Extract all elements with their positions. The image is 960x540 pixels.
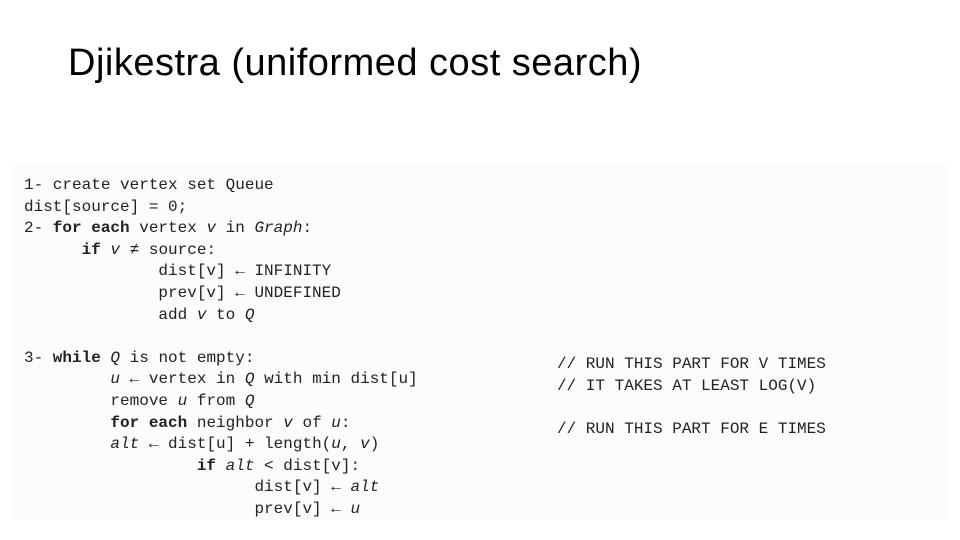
code-text: ≠ source:	[120, 241, 216, 259]
code-text	[24, 370, 110, 388]
code-var: u	[110, 370, 120, 388]
code-text: :	[341, 414, 351, 432]
comment-line: // IT TAKES AT LEAST LOG(V)	[557, 377, 816, 395]
code-text	[24, 457, 197, 475]
code-kw: if	[82, 241, 101, 259]
code-var: v	[206, 219, 216, 237]
code-line: 1- create vertex set Queue	[24, 176, 274, 194]
code-text: in	[216, 219, 254, 237]
code-text: from	[187, 392, 245, 410]
code-var: alt	[110, 435, 139, 453]
code-text	[101, 241, 111, 259]
comment-column: // RUN THIS PART FOR V TIMES // IT TAKES…	[557, 354, 826, 440]
code-var: alt	[226, 457, 255, 475]
code-line: 2-	[24, 219, 43, 237]
code-text: ,	[341, 435, 360, 453]
code-text: to	[206, 306, 244, 324]
code-var: v	[283, 414, 293, 432]
slide: Djikestra (uniformed cost search) 1- cre…	[0, 0, 960, 540]
comment-line: // RUN THIS PART FOR V TIMES	[557, 355, 826, 373]
code-line: dist[source] = 0;	[24, 198, 187, 216]
code-text: remove	[24, 392, 178, 410]
code-var: u	[331, 414, 341, 432]
code-kw: while	[43, 349, 101, 367]
code-var: Q	[110, 349, 120, 367]
code-var: u	[331, 435, 341, 453]
code-text: ← dist[u] + length(	[139, 435, 331, 453]
code-text	[101, 349, 111, 367]
code-text: is not empty:	[120, 349, 254, 367]
code-text	[24, 414, 110, 432]
code-var: Q	[245, 392, 255, 410]
code-text: neighbor	[187, 414, 283, 432]
code-text	[24, 435, 110, 453]
code-text: < dist[v]:	[254, 457, 360, 475]
code-text: prev[v] ←	[24, 500, 350, 518]
code-kw: for each	[43, 219, 129, 237]
pseudocode-block: 1- create vertex set Queue dist[source] …	[12, 165, 948, 520]
code-text	[24, 241, 82, 259]
code-var: v	[110, 241, 120, 259]
code-line: dist[v] ← INFINITY	[24, 262, 331, 280]
code-kw: if	[197, 457, 216, 475]
code-var: Q	[245, 306, 255, 324]
code-text: ← vertex in	[120, 370, 245, 388]
code-var: v	[197, 306, 207, 324]
code-var: v	[360, 435, 370, 453]
code-var: u	[350, 500, 360, 518]
code-kw: for each	[110, 414, 187, 432]
code-text: add	[24, 306, 197, 324]
code-text: of	[293, 414, 331, 432]
code-text: with min dist[u]	[254, 370, 417, 388]
code-text: )	[370, 435, 380, 453]
code-var: Graph	[254, 219, 302, 237]
code-text	[216, 457, 226, 475]
comment-line: // RUN THIS PART FOR E TIMES	[557, 420, 826, 438]
code-text: dist[v] ←	[24, 478, 350, 496]
code-text: :	[302, 219, 312, 237]
slide-title: Djikestra (uniformed cost search)	[68, 42, 642, 85]
code-var: alt	[350, 478, 379, 496]
code-text: vertex	[130, 219, 207, 237]
code-var: u	[178, 392, 188, 410]
code-line: 3-	[24, 349, 43, 367]
code-line: prev[v] ← UNDEFINED	[24, 284, 341, 302]
